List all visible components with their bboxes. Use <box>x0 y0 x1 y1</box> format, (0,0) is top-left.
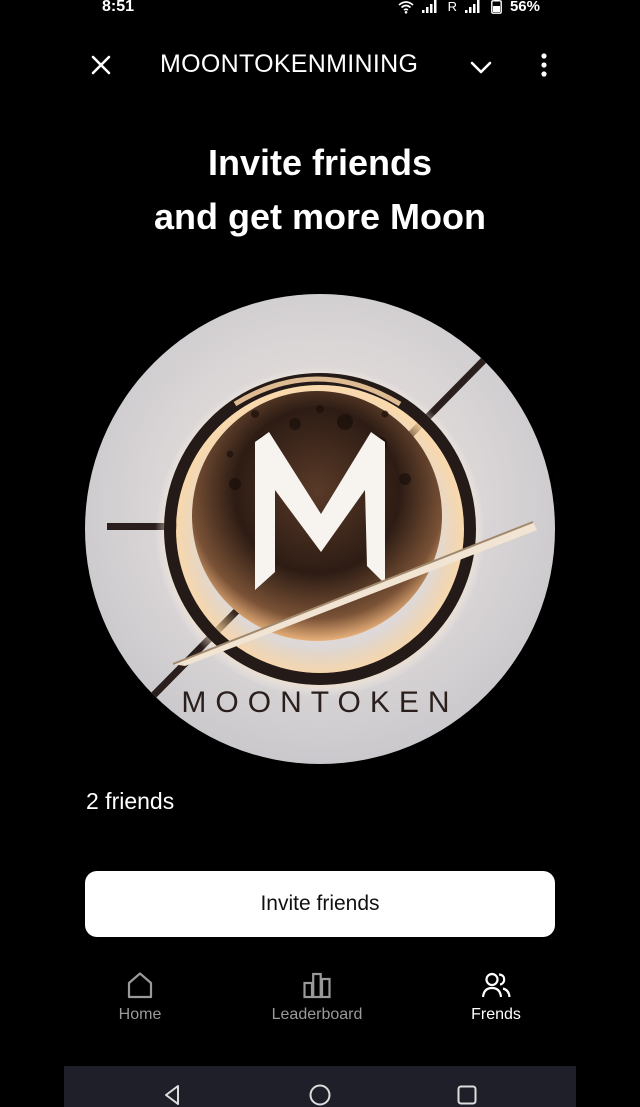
status-icons: R 56% <box>398 0 540 15</box>
status-bar: 8:51 R 56% <box>0 0 640 18</box>
close-icon[interactable] <box>88 52 114 78</box>
recents-icon[interactable] <box>455 1083 479 1107</box>
tab-leaderboard-label: Leaderboard <box>271 1006 363 1023</box>
moontoken-logo: MOONTOKEN <box>85 294 555 764</box>
tab-friends-label: Frends <box>471 1006 521 1023</box>
roaming-indicator: R <box>447 0 457 14</box>
tab-home[interactable]: Home <box>70 970 210 1024</box>
tab-leaderboard[interactable]: Leaderboard <box>247 970 387 1024</box>
home-nav-icon[interactable] <box>308 1083 332 1107</box>
tab-home-label: Home <box>118 1006 162 1023</box>
friends-icon <box>481 972 511 998</box>
top-app-bar: MOONTOKENMINING <box>0 40 640 90</box>
app-title: MOONTOKENMINING <box>160 50 419 78</box>
chevron-down-icon[interactable] <box>468 54 494 80</box>
wifi-icon <box>398 0 414 14</box>
friends-count: 2 friends <box>86 788 175 814</box>
back-icon[interactable] <box>161 1083 185 1107</box>
more-vertical-icon[interactable] <box>534 52 554 78</box>
signal-icon <box>421 0 437 13</box>
battery-percent: 56% <box>509 0 540 15</box>
headline-line-1: Invite friends <box>207 142 433 183</box>
system-navigation-bar <box>64 1066 576 1107</box>
battery-icon <box>491 0 502 14</box>
leaderboard-icon <box>303 972 331 999</box>
headline-line-2: and get more Moon <box>154 196 486 237</box>
invite-headline: Invite friends and get more Moon <box>0 136 640 244</box>
home-icon <box>127 972 153 999</box>
signal-icon-secondary <box>464 0 480 13</box>
logo-wordmark: MOONTOKEN <box>181 686 458 719</box>
status-time: 8:51 <box>102 0 135 15</box>
invite-friends-button[interactable]: Invite friends <box>85 871 555 937</box>
app-screen: 8:51 R 56% MOONTOKENMINING Invite friend… <box>0 0 640 1107</box>
moontoken-logo-image: MOONTOKEN <box>85 294 555 764</box>
bottom-tab-bar: Home Leaderboard Frends <box>0 970 640 1040</box>
tab-friends[interactable]: Frends <box>426 970 566 1024</box>
